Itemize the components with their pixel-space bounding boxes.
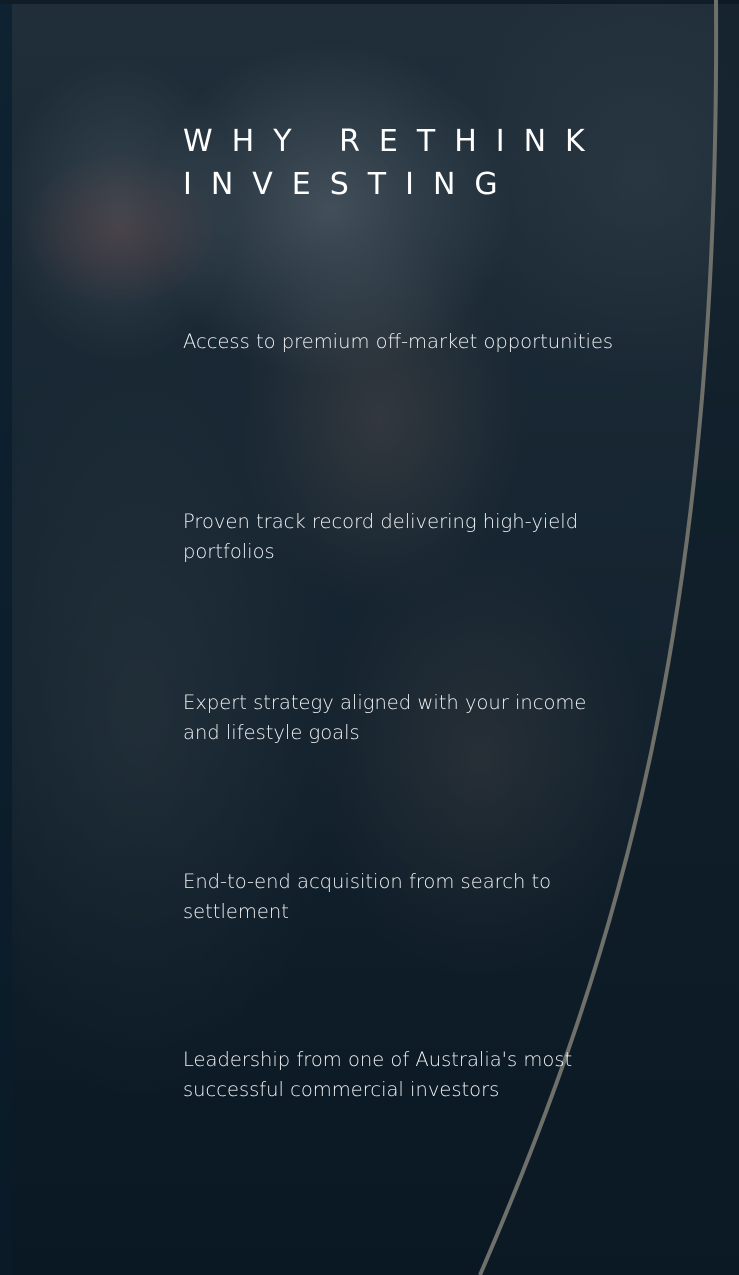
feature-item: Expert strategy aligned with your income… xyxy=(183,691,587,744)
feature-item: Proven track record delivering high-yiel… xyxy=(183,510,579,563)
why-rethink-section: WHY RETHINK INVESTING Access to premium … xyxy=(0,0,739,1275)
feature-item: Leadership from one of Australia's most … xyxy=(183,1048,573,1101)
feature-item: End-to-end acquisition from search to se… xyxy=(183,870,552,923)
feature-item: Access to premium off-market opportuniti… xyxy=(183,330,614,353)
section-title: WHY RETHINK INVESTING xyxy=(183,124,604,202)
